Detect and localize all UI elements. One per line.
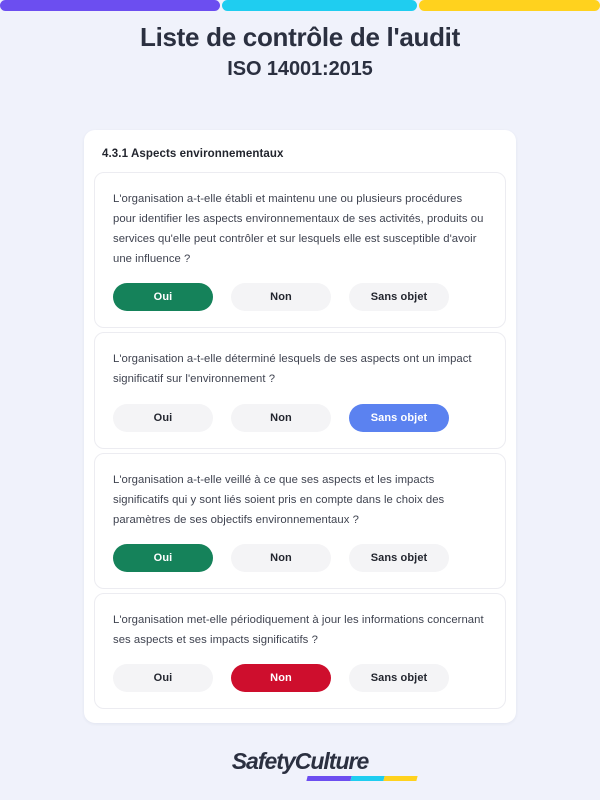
page-title: Liste de contrôle de l'audit — [140, 22, 460, 52]
brand-color-bar — [0, 0, 600, 11]
checklist-panel: 4.3.1 Aspects environnementaux L'organis… — [84, 130, 516, 724]
question-text: L'organisation a-t-elle veillé à ce que … — [113, 473, 445, 526]
answer-button-yes[interactable]: Oui — [113, 543, 213, 572]
question-card: L'organisation met-elle périodiquement à… — [94, 592, 506, 710]
answer-options: Oui Non Sans objet — [113, 543, 487, 572]
logo-underline-cyan — [350, 776, 385, 781]
answer-options: Oui Non Sans objet — [113, 664, 487, 693]
question-card: L'organisation a-t-elle déterminé lesque… — [94, 332, 506, 449]
answer-button-na[interactable]: Sans objet — [349, 403, 449, 432]
answer-button-no[interactable]: Non — [231, 664, 331, 693]
question-list: L'organisation a-t-elle établi et mainte… — [84, 172, 516, 710]
question-card: L'organisation a-t-elle veillé à ce que … — [94, 452, 506, 589]
answer-options: Oui Non Sans objet — [113, 283, 487, 312]
question-text: L'organisation met-elle périodiquement à… — [113, 613, 484, 646]
answer-options: Oui Non Sans objet — [113, 403, 487, 432]
answer-button-yes[interactable]: Oui — [113, 403, 213, 432]
answer-button-no[interactable]: Non — [231, 283, 331, 312]
footer: SafetyCulture — [0, 748, 600, 781]
safetyculture-logo: SafetyCulture — [231, 748, 418, 781]
page-subtitle: ISO 14001:2015 — [227, 57, 373, 80]
answer-button-yes[interactable]: Oui — [113, 283, 213, 312]
brand-bar-purple — [0, 0, 220, 11]
logo-underline — [306, 776, 418, 781]
section-heading: 4.3.1 Aspects environnementaux — [102, 148, 284, 160]
logo-underline-yellow — [383, 776, 418, 781]
answer-button-na[interactable]: Sans objet — [349, 543, 449, 572]
answer-button-no[interactable]: Non — [231, 543, 331, 572]
question-text: L'organisation a-t-elle établi et mainte… — [113, 193, 484, 266]
answer-button-yes[interactable]: Oui — [113, 664, 213, 693]
logo-wordmark: SafetyCulture — [231, 748, 370, 774]
question-card: L'organisation a-t-elle établi et mainte… — [94, 172, 506, 329]
page-title-block: Liste de contrôle de l'audit ISO 14001:2… — [0, 0, 600, 82]
logo-underline-purple — [306, 776, 352, 781]
answer-button-na[interactable]: Sans objet — [349, 283, 449, 312]
answer-button-no[interactable]: Non — [231, 403, 331, 432]
question-text: L'organisation a-t-elle déterminé lesque… — [113, 353, 472, 386]
brand-bar-cyan — [222, 0, 417, 11]
brand-bar-yellow — [419, 0, 600, 11]
answer-button-na[interactable]: Sans objet — [349, 664, 449, 693]
